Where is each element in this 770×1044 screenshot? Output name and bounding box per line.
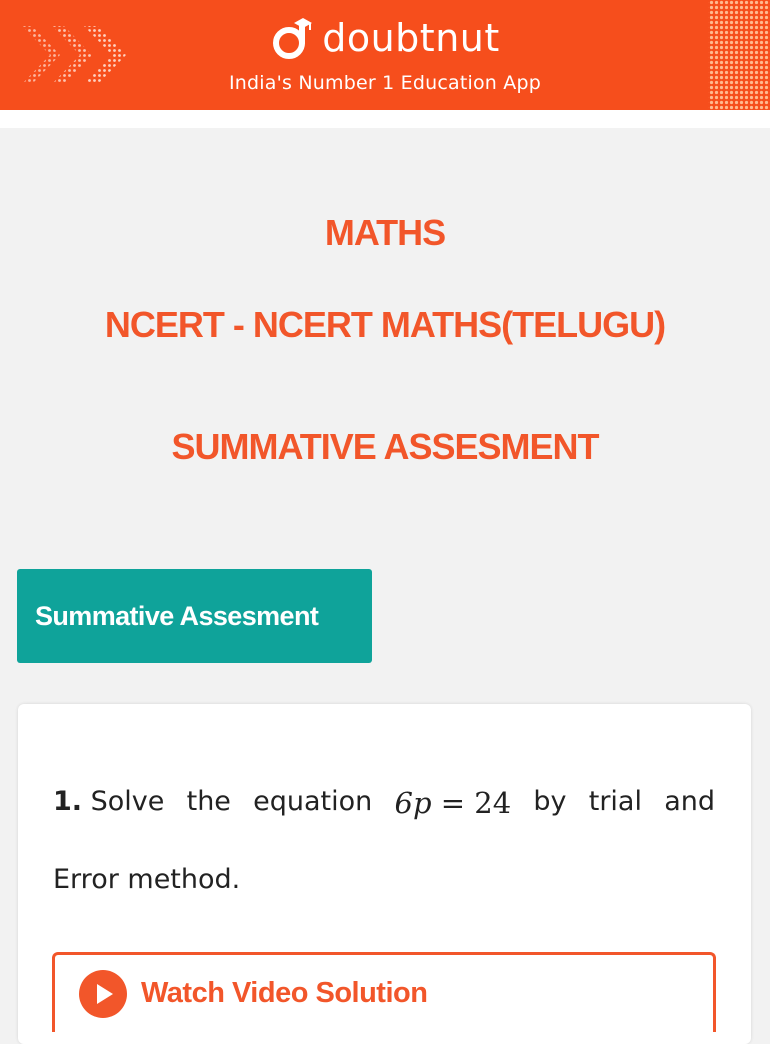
question-number: 1. [53, 786, 83, 817]
question-word: by [533, 786, 567, 817]
watch-video-solution-label: Watch Video Solution [141, 977, 428, 1009]
question-text-line-2: Error method. [53, 864, 241, 895]
subject-heading: MATHS [324, 212, 446, 253]
question-word: Solve [90, 786, 165, 817]
brand-tagline: India's Number 1 Education App [228, 72, 542, 94]
doubtnut-d-icon [273, 18, 313, 59]
brand-name: doubtnut [322, 16, 500, 60]
equation-lhs: 6p [394, 786, 432, 820]
brand-logo: doubtnut [0, 14, 770, 66]
banner-divider [0, 110, 770, 128]
equation: 6p = 24 [395, 786, 512, 820]
app-banner: doubtnut India's Number 1 Education App [0, 0, 770, 110]
question-card: 1. Solve the equation 6p = 24 by trial a… [18, 704, 751, 1044]
question-word: equation [253, 786, 373, 817]
question-text-line-1: 1. Solve the equation 6p = 24 by trial a… [53, 786, 715, 820]
question-word: and [664, 786, 715, 817]
chapter-heading: SUMMATIVE ASSESMENT [171, 426, 599, 467]
watch-video-solution-button[interactable]: Watch Video Solution [52, 952, 716, 1032]
book-heading: NCERT - NCERT MATHS(TELUGU) [104, 304, 666, 345]
question-word: trial [588, 786, 642, 817]
play-icon [79, 969, 127, 1018]
chapter-tag-label: Summative Assesment [35, 600, 319, 631]
equation-operator: = [440, 786, 466, 820]
chapter-tag-button[interactable]: Summative Assesment [17, 569, 372, 663]
question-word: the [186, 786, 231, 817]
equation-rhs: 24 [474, 786, 512, 820]
